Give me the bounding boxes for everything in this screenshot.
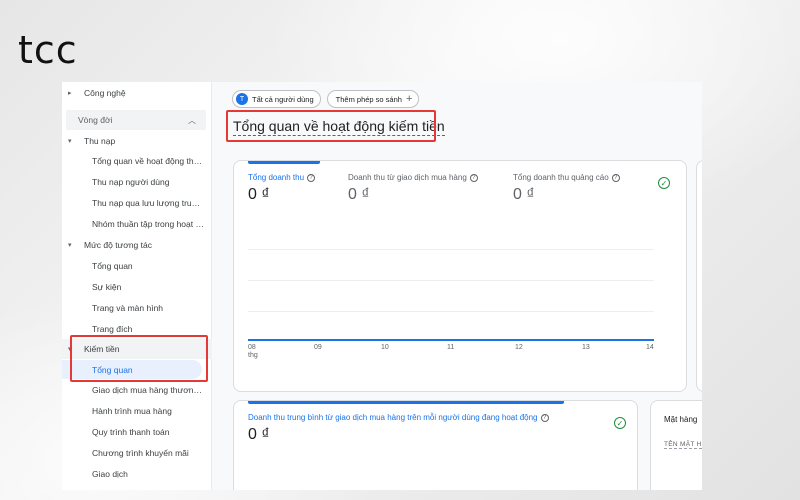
- sidebar-item[interactable]: Thu nạp người dùng: [62, 173, 212, 191]
- items-column-header[interactable]: TÊN MẶT H: [664, 441, 702, 449]
- sidebar: ▸ Công nghệ Vòng đời ︿ ▾ Thu nạp Tổng qu…: [62, 82, 212, 490]
- items-card-title: Mặt hàng: [664, 415, 698, 424]
- sidebar-item[interactable]: Sự kiện: [62, 278, 212, 296]
- active-tab-indicator: [248, 161, 320, 164]
- sidebar-item-label: Công nghệ: [84, 88, 126, 98]
- x-tick: 09: [314, 344, 322, 351]
- metric-value: 0 ₫: [513, 186, 535, 203]
- check-circle-icon: ✓: [614, 417, 626, 429]
- caret-down-icon: ▾: [68, 138, 72, 145]
- chart-gridline: [248, 280, 654, 281]
- segment-chip-label: Tất cả người dùng: [252, 94, 314, 104]
- x-month-label: thg: [248, 352, 258, 359]
- chart-gridline: [248, 249, 654, 250]
- metric-label: Doanh thu từ giao dịch mua hàng: [348, 173, 467, 182]
- chart-gridline: [248, 311, 654, 312]
- metric-label: Tổng doanh thu: [248, 173, 305, 182]
- x-tick: 14: [646, 344, 654, 351]
- tcc-logo: tcc: [18, 28, 78, 72]
- caret-right-icon: ▸: [68, 90, 72, 97]
- x-tick: 13: [582, 344, 590, 351]
- x-tick: 11: [447, 344, 455, 351]
- sidebar-item[interactable]: Giao dịch mua hàng thương mại điện tử: [62, 381, 212, 399]
- add-comparison-button[interactable]: Thêm phép so sánh +: [326, 90, 420, 108]
- metric-total-revenue[interactable]: Tổng doanh thu ? 0 ₫: [248, 173, 316, 204]
- x-tick: 10: [381, 344, 389, 351]
- sidebar-item[interactable]: Hành trình mua hàng: [62, 402, 212, 420]
- main-content: T Tất cả người dùng Thêm phép so sánh + …: [212, 82, 702, 490]
- highlight-box-sidebar: [70, 335, 208, 382]
- metric-value: 0 ₫: [248, 186, 270, 203]
- side-card-edge: [696, 160, 702, 392]
- help-icon[interactable]: ?: [540, 413, 549, 422]
- avatar: T: [236, 93, 248, 105]
- sidebar-group-vong-doi[interactable]: Vòng đời ︿: [66, 110, 206, 130]
- sidebar-item[interactable]: Trang và màn hình: [62, 299, 212, 317]
- active-tab-indicator: [248, 401, 564, 404]
- sidebar-item[interactable]: Chương trình khuyến mãi: [62, 444, 212, 462]
- x-tick: 08 thg: [248, 344, 258, 359]
- metric-label: Tổng doanh thu quảng cáo: [513, 173, 609, 182]
- sidebar-item[interactable]: Nhóm thuần tập trong hoạt động thu nạp: [62, 215, 212, 233]
- metric-label: Doanh thu trung bình từ giao dịch mua hà…: [248, 413, 538, 422]
- help-icon[interactable]: ?: [469, 173, 478, 182]
- analytics-window: ▸ Công nghệ Vòng đời ︿ ▾ Thu nạp Tổng qu…: [62, 82, 702, 490]
- sidebar-section-thu-nap[interactable]: ▾ Thu nạp: [62, 132, 212, 150]
- help-icon[interactable]: ?: [307, 173, 316, 182]
- metric-value: 0 ₫: [248, 426, 270, 443]
- metric-purchase-revenue[interactable]: Doanh thu từ giao dịch mua hàng ? 0 ₫: [348, 173, 478, 204]
- sidebar-item[interactable]: Tổng quan về hoạt động thu nạp: [62, 152, 212, 170]
- sidebar-section-label: Thu nạp: [84, 136, 116, 146]
- highlight-box-title: [226, 110, 436, 142]
- segment-chip[interactable]: T Tất cả người dùng: [232, 90, 321, 108]
- sidebar-item-cong-nghe[interactable]: ▸ Công nghệ: [62, 84, 212, 102]
- x-tick: 12: [515, 344, 523, 351]
- sidebar-item[interactable]: Giao dịch: [62, 465, 212, 483]
- chevron-up-icon: ︿: [188, 115, 196, 125]
- chart-series-line: [248, 339, 654, 341]
- check-circle-icon: ✓: [658, 177, 670, 189]
- sidebar-item[interactable]: Thu nạp qua lưu lượng truy cập: [62, 194, 212, 212]
- sidebar-group-label: Vòng đời: [78, 115, 113, 125]
- sidebar-section-label: Mức độ tương tác: [84, 240, 152, 250]
- sidebar-section-muc-do-tuong-tac[interactable]: ▾ Mức độ tương tác: [62, 236, 212, 254]
- caret-down-icon: ▾: [68, 242, 72, 249]
- revenue-overview-card: Tổng doanh thu ? 0 ₫ Doanh thu từ giao d…: [233, 160, 687, 392]
- sidebar-item[interactable]: Tổng quan: [62, 257, 212, 275]
- metric-ad-revenue[interactable]: Tổng doanh thu quảng cáo ? 0 ₫: [513, 173, 620, 204]
- metric-value: 0 ₫: [348, 186, 370, 203]
- items-card: Mặt hàng TÊN MẶT H: [650, 400, 702, 490]
- sidebar-item[interactable]: Quy trình thanh toán: [62, 423, 212, 441]
- plus-icon: +: [405, 93, 413, 105]
- arpu-card: Doanh thu trung bình từ giao dịch mua hà…: [233, 400, 638, 490]
- comparison-chips: T Tất cả người dùng Thêm phép so sánh +: [232, 90, 420, 108]
- add-comparison-label: Thêm phép so sánh: [335, 94, 402, 104]
- help-icon[interactable]: ?: [611, 173, 620, 182]
- metric-arpu[interactable]: Doanh thu trung bình từ giao dịch mua hà…: [248, 413, 549, 444]
